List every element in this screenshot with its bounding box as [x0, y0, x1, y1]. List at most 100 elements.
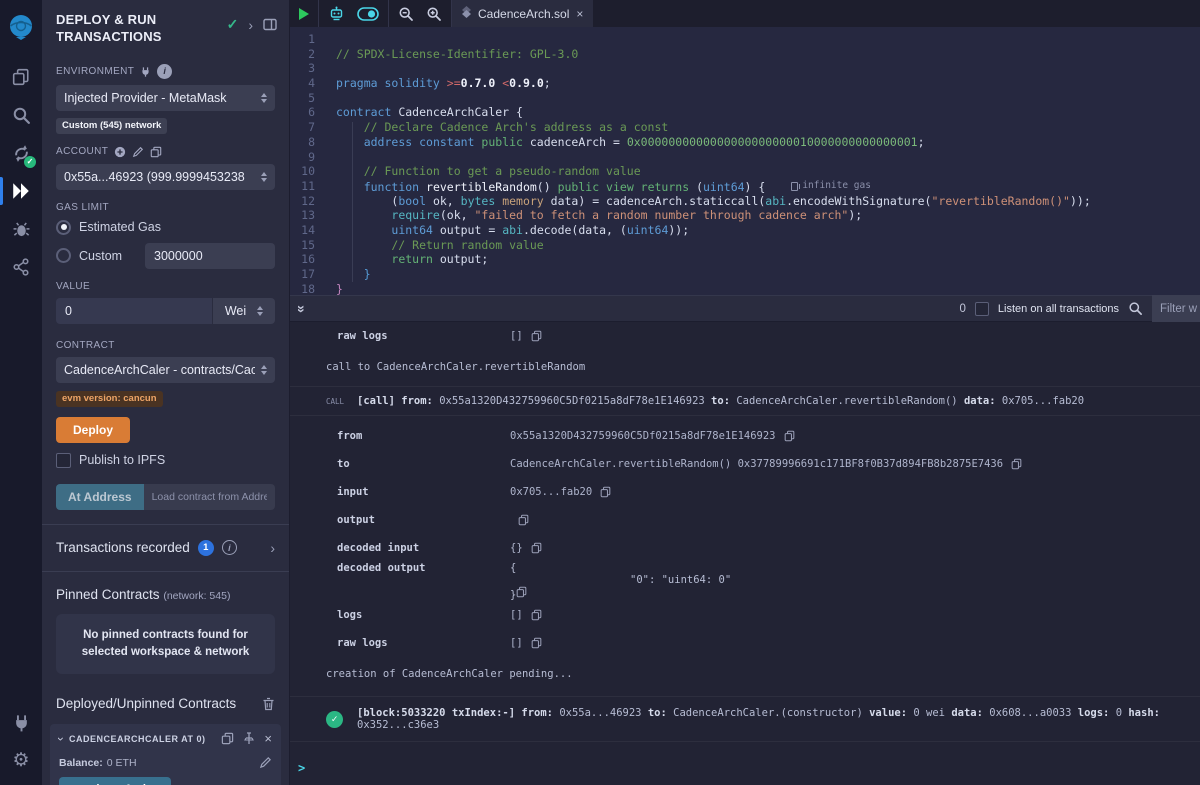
code-line: 7 // Declare Cadence Arch's address as a…: [290, 120, 1200, 135]
terminal-search-icon[interactable]: [1128, 301, 1143, 316]
copilot-toggle-icon[interactable]: [357, 7, 379, 21]
copy-icon[interactable]: [531, 609, 542, 621]
copy-account-icon[interactable]: [150, 146, 162, 158]
custom-gas-input[interactable]: [145, 243, 275, 269]
listen-all-label: Listen on all transactions: [998, 303, 1119, 315]
code-line: 14 uint64 output = abi.decode(data, (uin…: [290, 223, 1200, 238]
transactions-recorded-row[interactable]: Transactions recorded 1 i ›: [42, 525, 289, 571]
terminal-kv-row: logs[]: [290, 601, 1200, 629]
terminal-prompt[interactable]: >: [298, 761, 305, 775]
code-line: 4pragma solidity >=0.7.0 <0.9.0;: [290, 76, 1200, 91]
collapse-contract-chevron[interactable]: ›: [54, 737, 68, 741]
deploy-and-run-icon[interactable]: [0, 172, 42, 210]
terminal-key: output: [337, 514, 510, 526]
terminal-value: []: [510, 330, 542, 342]
deployed-contracts-title: Deployed/Unpinned Contracts: [56, 696, 236, 711]
pin-panel-icon[interactable]: [263, 18, 277, 31]
estimated-gas-radio[interactable]: [56, 220, 71, 235]
transactions-info-icon[interactable]: i: [222, 540, 237, 555]
line-number: 5: [290, 91, 336, 106]
code-line: 11 function revertibleRandom() public vi…: [290, 179, 1200, 194]
custom-gas-radio[interactable]: [56, 248, 71, 263]
indent-guide: [352, 122, 353, 282]
line-number: 4: [290, 76, 336, 91]
ai-assistant-robot-icon[interactable]: [328, 6, 345, 22]
pin-contract-icon[interactable]: [243, 732, 255, 745]
copy-icon[interactable]: [518, 514, 529, 526]
terminal-kv-row: raw logs[]: [290, 629, 1200, 657]
forward-chevron-icon[interactable]: ›: [248, 17, 253, 33]
account-select[interactable]: 0x55a...46923 (999.9999453238: [56, 164, 275, 190]
copy-icon[interactable]: [531, 330, 542, 342]
at-address-button[interactable]: At Address: [56, 484, 144, 510]
copy-address-icon[interactable]: [221, 732, 234, 745]
clear-deployed-trash-icon[interactable]: [262, 697, 275, 711]
code-line: 10 // Function to get a pseudo-random va…: [290, 164, 1200, 179]
deployed-contract-card: › CADENCEARCHCALER AT 0) × Balance: 0 ET…: [50, 724, 281, 785]
fn-cadencearch-button[interactable]: cadenceArch: [59, 777, 171, 785]
terminal-key: input: [337, 486, 510, 498]
terminal-kv-row: raw logs[]: [290, 322, 1200, 350]
solidity-file-icon: [462, 6, 471, 21]
environment-info-icon[interactable]: i: [157, 64, 172, 79]
expand-terminal-icon[interactable]: »: [294, 305, 310, 313]
code-editor[interactable]: 12// SPDX-License-Identifier: GPL-3.034p…: [290, 27, 1200, 295]
code-lines: 12// SPDX-License-Identifier: GPL-3.034p…: [290, 27, 1200, 295]
solidity-compiler-icon[interactable]: ✓: [0, 134, 42, 172]
terminal-value: 0x55a1320D432759960C5Df0215a8dF78e1E1469…: [510, 430, 795, 442]
value-input[interactable]: [56, 298, 212, 324]
zoom-out-icon[interactable]: [398, 6, 414, 22]
terminal[interactable]: raw logs[] call to CadenceArchCaler.rever…: [290, 322, 1200, 785]
deployed-contract-title: CADENCEARCHCALER AT 0): [69, 734, 215, 744]
sign-message-icon[interactable]: [132, 146, 144, 158]
line-number: 10: [290, 164, 336, 179]
copy-icon[interactable]: [784, 430, 795, 442]
at-address-input[interactable]: [144, 484, 275, 510]
contract-select[interactable]: CadenceArchCaler - contracts/Cac: [56, 357, 275, 383]
line-number: 2: [290, 47, 336, 62]
terminal-key: decoded input: [337, 542, 510, 554]
terminal-text-row: call to CadenceArchCaler.revertibleRando…: [290, 361, 1200, 373]
copy-icon[interactable]: [531, 637, 542, 649]
terminal-value: {"0": "uint64: 0"}: [510, 562, 731, 601]
editor-toolbar: CadenceArch.sol ×: [290, 0, 1200, 27]
code-line: 5: [290, 91, 1200, 106]
close-tab-icon[interactable]: ×: [576, 7, 583, 21]
line-number: 7: [290, 120, 336, 135]
terminal-key: to: [337, 458, 510, 470]
line-number: 9: [290, 150, 336, 165]
copy-icon[interactable]: [600, 486, 611, 498]
tab-cadencearch-sol[interactable]: CadenceArch.sol ×: [452, 0, 593, 27]
terminal-filter-input[interactable]: [1152, 295, 1200, 322]
listen-all-checkbox[interactable]: [975, 302, 989, 316]
code-line: 1: [290, 32, 1200, 47]
zoom-in-icon[interactable]: [426, 6, 442, 22]
add-account-icon[interactable]: [114, 146, 126, 158]
value-unit-select[interactable]: Wei: [213, 298, 275, 324]
copy-icon[interactable]: [1011, 458, 1022, 470]
publish-ipfs-checkbox[interactable]: [56, 453, 71, 468]
deploy-button[interactable]: Deploy: [56, 417, 130, 443]
copy-icon[interactable]: [531, 542, 542, 554]
terminal-value: 0x705...fab20: [510, 486, 611, 498]
terminal-value: []: [510, 637, 542, 649]
line-number: 12: [290, 194, 336, 209]
remix-logo-icon[interactable]: [0, 4, 42, 50]
remove-contract-icon[interactable]: ×: [264, 731, 272, 746]
terminal-value: {}: [510, 542, 542, 554]
line-number: 14: [290, 223, 336, 238]
edit-balance-icon[interactable]: [259, 756, 272, 769]
code-line: 6contract CadenceArchCaler {: [290, 105, 1200, 120]
terminal-value: [510, 514, 529, 526]
line-number: 8: [290, 135, 336, 150]
git-icon[interactable]: [0, 248, 42, 286]
file-explorer-icon[interactable]: [0, 58, 42, 96]
search-icon[interactable]: [0, 96, 42, 134]
debugger-icon[interactable]: [0, 210, 42, 248]
settings-gear-icon[interactable]: ⚙: [0, 741, 42, 779]
expand-transactions-chevron[interactable]: ›: [270, 540, 275, 556]
plugin-manager-icon[interactable]: [0, 703, 42, 741]
copy-icon[interactable]: [516, 586, 527, 598]
run-script-play-icon[interactable]: [299, 8, 309, 20]
environment-select[interactable]: Injected Provider - MetaMask: [56, 85, 275, 111]
